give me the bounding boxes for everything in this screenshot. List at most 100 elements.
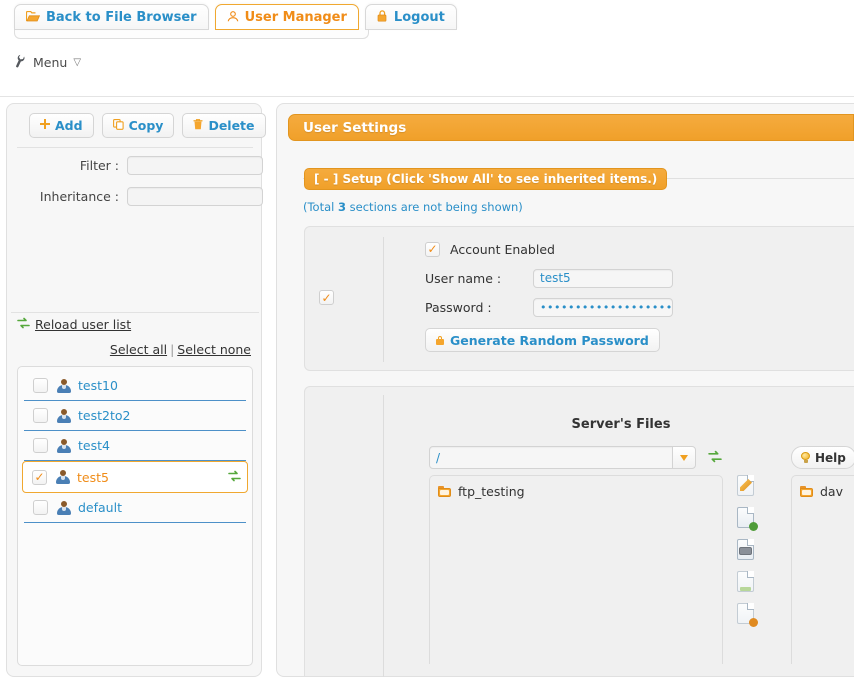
add-button[interactable]: Add xyxy=(29,113,94,138)
user-list-panel: Add Copy Delete Filter : Inheritance : R… xyxy=(6,103,266,677)
server-path-input[interactable]: / xyxy=(429,446,673,469)
refresh-icon[interactable] xyxy=(708,450,722,466)
copy-icon xyxy=(112,118,124,133)
top-tab-bar: Back to File Browser User Manager Logout xyxy=(0,0,854,44)
delete-file-icon[interactable] xyxy=(737,603,758,627)
list-item[interactable]: ftp_testing xyxy=(438,482,714,500)
list-item[interactable]: test10 xyxy=(24,371,246,401)
tab-label: User Manager xyxy=(244,9,347,25)
reload-user-list-link[interactable]: Reload user list xyxy=(17,317,131,332)
inheritance-row: Inheritance : xyxy=(13,187,263,206)
username-input[interactable]: test5 xyxy=(533,268,673,288)
help-button[interactable]: Help xyxy=(791,446,854,469)
section-checkbox-checked[interactable]: ✓ xyxy=(319,290,334,305)
toolbar-divider xyxy=(17,147,253,148)
account-enabled-checkbox[interactable]: ✓ xyxy=(425,241,440,257)
password-row: Password : •••••••••••••••••••• xyxy=(425,297,673,317)
server-path-dropdown[interactable] xyxy=(672,446,696,469)
user-avatar-icon xyxy=(57,408,71,423)
account-enabled-label: Account Enabled xyxy=(450,241,555,257)
copy-button[interactable]: Copy xyxy=(101,113,175,138)
reload-label: Reload user list xyxy=(35,317,132,332)
chevron-down-icon: ▽ xyxy=(73,56,82,68)
settings-header-label: User Settings xyxy=(303,119,407,136)
user-checkbox[interactable] xyxy=(33,378,48,393)
edit-icon[interactable] xyxy=(737,475,757,498)
file-properties-icon[interactable] xyxy=(737,539,757,562)
username-label: User name : xyxy=(425,270,502,286)
user-name: test5 xyxy=(77,469,109,485)
inheritance-label: Inheritance : xyxy=(39,189,119,204)
user-manager-page: Back to File Browser User Manager Logout… xyxy=(0,0,854,677)
username-row: User name : test5 xyxy=(425,268,673,288)
file-name: dav xyxy=(820,483,843,499)
lock-icon xyxy=(377,10,388,24)
server-file-list[interactable]: ftp_testing xyxy=(429,475,723,664)
server-files-box: Server's Files / ftp_testing Help dav xyxy=(304,386,854,677)
select-all-link[interactable]: Select all xyxy=(110,342,167,357)
help-label: Help xyxy=(815,450,846,465)
add-label: Add xyxy=(55,118,83,133)
help-row: Help / xyxy=(791,446,854,469)
delete-label: Delete xyxy=(208,118,255,133)
delete-button[interactable]: Delete xyxy=(182,113,266,138)
account-settings-box: ✓ ✓ Account Enabled User name : test5 Pa… xyxy=(304,226,854,371)
account-divider xyxy=(383,237,384,362)
server-files-title-text: Server's Files xyxy=(571,417,671,432)
row-refresh-icon[interactable] xyxy=(228,470,241,485)
file-name: ftp_testing xyxy=(458,483,525,499)
user-avatar-icon xyxy=(57,500,71,515)
user-icon xyxy=(227,10,239,24)
note-count: 3 xyxy=(338,200,347,214)
tab-back-to-file-browser[interactable]: Back to File Browser xyxy=(14,4,209,30)
folder-icon xyxy=(438,485,451,497)
user-checkbox-checked[interactable]: ✓ xyxy=(32,469,47,485)
tab-strip: Back to File Browser User Manager Logout xyxy=(14,4,457,30)
file-plain-icon[interactable] xyxy=(737,571,757,594)
lock-icon xyxy=(436,335,444,345)
trash-icon xyxy=(193,118,203,133)
account-fields: ✓ Account Enabled User name : test5 Pass… xyxy=(425,239,673,352)
select-links: Select all | Select none xyxy=(110,342,251,357)
note-suffix: sections are not being shown) xyxy=(346,200,523,214)
new-file-icon[interactable] xyxy=(737,507,758,531)
select-none-link[interactable]: Select none xyxy=(177,342,251,357)
filter-row: Filter : xyxy=(13,156,263,175)
user-avatar-icon xyxy=(57,438,71,453)
account-section-toggle[interactable]: ✓ xyxy=(319,290,334,305)
user-checkbox[interactable] xyxy=(33,438,48,453)
menu-toggle[interactable]: Menu ▽ xyxy=(14,54,81,70)
user-checkbox[interactable] xyxy=(33,408,48,423)
password-input[interactable]: •••••••••••••••••••• xyxy=(533,297,673,317)
inheritance-input[interactable] xyxy=(127,187,263,206)
user-name: test10 xyxy=(78,378,118,393)
tab-label: Back to File Browser xyxy=(46,9,197,25)
list-item-selected[interactable]: ✓ test5 xyxy=(22,461,248,493)
user-list: test10 test2to2 test4 ✓ test5 default xyxy=(17,366,253,666)
select-separator: | xyxy=(170,342,175,357)
user-avatar-icon xyxy=(56,470,70,484)
tab-logout[interactable]: Logout xyxy=(364,4,457,30)
list-item[interactable]: default xyxy=(24,493,246,523)
setup-legend-label: [ - ] Setup (Click 'Show All' to see inh… xyxy=(314,172,658,186)
chevron-down-icon xyxy=(680,454,688,461)
copy-label: Copy xyxy=(128,118,164,133)
filter-input[interactable] xyxy=(127,156,263,175)
tab-user-manager[interactable]: User Manager xyxy=(214,4,359,30)
setup-toggle-legend[interactable]: [ - ] Setup (Click 'Show All' to see inh… xyxy=(304,168,668,190)
refresh-icon xyxy=(17,317,30,332)
list-item[interactable]: test2to2 xyxy=(24,401,246,431)
server-path-row: / xyxy=(429,446,722,469)
lightbulb-icon xyxy=(801,452,810,463)
page-title: User Settings xyxy=(288,114,854,141)
generate-random-password-button[interactable]: Generate Random Password xyxy=(425,328,660,352)
plus-icon xyxy=(40,119,50,132)
user-checkbox[interactable] xyxy=(33,500,48,515)
password-label: Password : xyxy=(425,299,492,315)
dav-file-list[interactable]: dav xyxy=(791,475,854,664)
list-item[interactable]: test4 xyxy=(24,431,246,461)
hidden-sections-note: (Total 3 sections are not being shown) xyxy=(303,200,523,214)
generate-label: Generate Random Password xyxy=(450,332,649,348)
tab-label: Logout xyxy=(393,9,445,25)
list-item[interactable]: dav xyxy=(800,482,854,500)
